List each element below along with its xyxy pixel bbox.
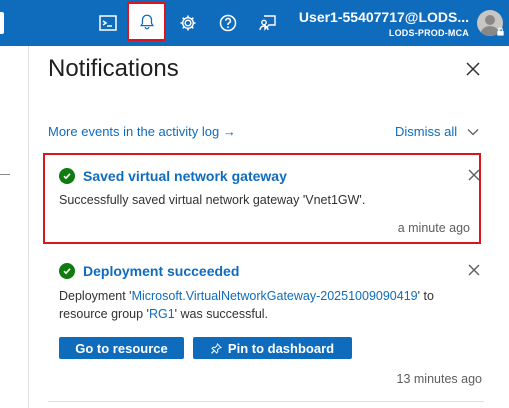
top-bar: User1-55407717@LODS... LODS-PROD-MCA: [0, 0, 509, 46]
notification-title[interactable]: Saved virtual network gateway: [59, 168, 287, 184]
deployment-link[interactable]: Microsoft.VirtualNetworkGateway-20251009…: [132, 289, 418, 303]
account-info[interactable]: User1-55407717@LODS... LODS-PROD-MCA: [299, 9, 469, 39]
help-icon[interactable]: [214, 9, 242, 37]
notification-title[interactable]: Deployment succeeded: [59, 263, 239, 279]
notification-message: Deployment 'Microsoft.VirtualNetworkGate…: [59, 289, 434, 321]
success-check-icon: [59, 168, 75, 184]
close-icon[interactable]: [462, 58, 484, 80]
settings-gear-icon[interactable]: [174, 9, 202, 37]
chevron-down-icon: [467, 128, 479, 135]
success-check-icon: [59, 263, 75, 279]
bell-icon: [139, 14, 154, 29]
dismiss-notification-icon[interactable]: [467, 168, 481, 182]
notification-card: Deployment succeeded Deployment 'Microso…: [48, 252, 484, 394]
user-name: User1-55407717@LODS...: [298, 9, 469, 25]
feedback-icon[interactable]: [254, 9, 282, 37]
activity-log-link[interactable]: More events in the activity log →: [48, 124, 236, 139]
go-to-resource-button[interactable]: Go to resource: [59, 337, 184, 359]
resource-group-link[interactable]: RG1: [149, 307, 175, 321]
notification-card: Saved virtual network gateway Successful…: [43, 153, 481, 244]
pin-icon: [210, 342, 222, 354]
directory-name: LODS-PROD-MCA: [388, 28, 469, 38]
dismiss-notification-icon[interactable]: [467, 263, 481, 277]
search-box-edge[interactable]: [0, 12, 4, 34]
cloud-shell-icon[interactable]: [94, 9, 122, 37]
notification-time: a minute ago: [397, 221, 470, 235]
panel-title: Notifications: [48, 55, 179, 82]
notifications-button[interactable]: [127, 2, 166, 41]
pin-to-dashboard-button[interactable]: Pin to dashboard: [193, 337, 352, 359]
notifications-panel: Notifications More events in the activit…: [29, 46, 509, 408]
dismiss-all-label: Dismiss all: [395, 124, 458, 139]
dismiss-all-button[interactable]: Dismiss all: [395, 124, 479, 139]
notification-message: Successfully saved virtual network gatew…: [59, 193, 366, 207]
lock-icon: [497, 27, 504, 36]
notification-time: 13 minutes ago: [396, 372, 482, 386]
divider: [48, 401, 484, 402]
background-blade: [0, 46, 29, 408]
